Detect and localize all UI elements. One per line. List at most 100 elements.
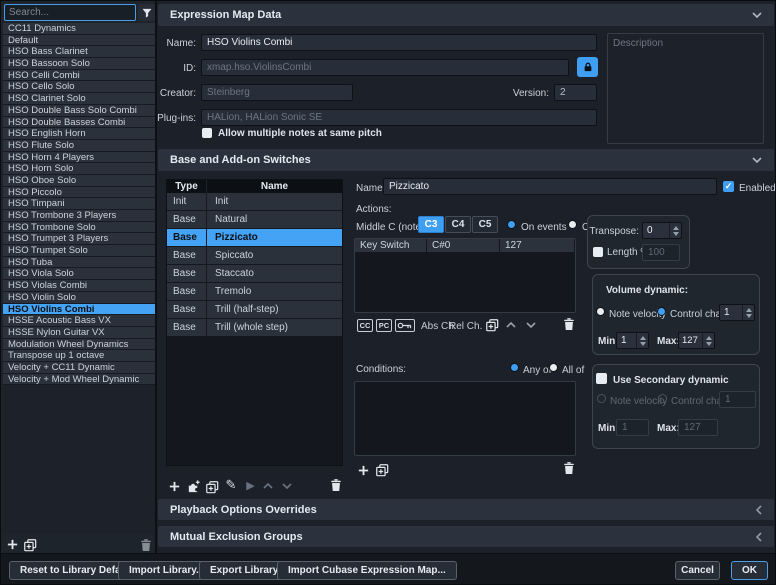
- move-action-down-button[interactable]: [525, 321, 537, 329]
- list-item[interactable]: Modulation Wheel Dynamics: [3, 339, 155, 351]
- list-item[interactable]: HSO Clarinet Solo: [3, 93, 155, 105]
- list-item[interactable]: HSO Oboe Solo: [3, 175, 155, 187]
- volume-cc-spinner[interactable]: 1: [719, 304, 755, 321]
- duplicate-switch-button[interactable]: [204, 479, 219, 494]
- list-item[interactable]: HSSE Nylon Guitar VX: [3, 327, 155, 339]
- list-item[interactable]: HSO Violin Solo: [3, 292, 155, 304]
- list-item[interactable]: HSO Tuba: [3, 257, 155, 269]
- description-field[interactable]: Description: [607, 33, 764, 144]
- list-item[interactable]: HSO Trumpet Solo: [3, 245, 155, 257]
- allow-multiple-notes-checkbox[interactable]: [202, 128, 212, 138]
- transpose-spinner[interactable]: 0: [642, 222, 682, 239]
- list-item[interactable]: HSO Horn Solo: [3, 163, 155, 175]
- list-item[interactable]: HSSE Acoustic Bass VX: [3, 315, 155, 327]
- import-cubase-expression-map-button[interactable]: Import Cubase Expression Map...: [277, 561, 457, 580]
- list-item[interactable]: HSO Bassoon Solo: [3, 58, 155, 70]
- duplicate-library-button[interactable]: [22, 537, 37, 552]
- delete-library-button[interactable]: [139, 537, 152, 552]
- length-checkbox[interactable]: [593, 247, 603, 257]
- duplicate-action-button[interactable]: [484, 317, 499, 332]
- search-input[interactable]: [4, 4, 136, 21]
- list-item[interactable]: CC11 Dynamics: [3, 23, 155, 35]
- volume-control-change-radio[interactable]: [657, 307, 666, 316]
- octave-button-c4[interactable]: C4: [445, 216, 471, 233]
- on-events-radio[interactable]: [507, 220, 516, 229]
- plugins-field[interactable]: HALion, HALion Sonic SE: [201, 109, 597, 126]
- switch-row[interactable]: BaseStaccato: [167, 265, 342, 282]
- list-item[interactable]: HSO Timpani: [3, 198, 155, 210]
- duplicate-condition-button[interactable]: [374, 462, 389, 477]
- add-cc-action-button[interactable]: CC: [357, 319, 373, 332]
- spinner-arrows[interactable]: [636, 333, 648, 348]
- section-header-expression-map-data[interactable]: Expression Map Data: [158, 4, 774, 26]
- spinner-arrows[interactable]: [742, 305, 754, 320]
- delete-switch-button[interactable]: [329, 477, 342, 493]
- action-row[interactable]: Key Switch C#0 127: [355, 239, 575, 252]
- list-item[interactable]: Velocity + CC11 Dynamic: [3, 362, 155, 374]
- move-switch-down-button[interactable]: [281, 482, 293, 490]
- enabled-checkbox[interactable]: ✓: [723, 181, 734, 192]
- any-of-radio[interactable]: [510, 363, 519, 372]
- switch-row[interactable]: BaseTrill (half-step): [167, 301, 342, 318]
- add-keyswitch-action-button[interactable]: [395, 319, 415, 332]
- section-header-mutual-exclusion[interactable]: Mutual Exclusion Groups: [158, 526, 774, 547]
- octave-button-c5[interactable]: C5: [472, 216, 498, 233]
- spinner-arrows[interactable]: [702, 333, 714, 348]
- list-item[interactable]: HSO Bass Clarinet: [3, 46, 155, 58]
- move-switch-up-button[interactable]: [262, 482, 274, 490]
- switch-row[interactable]: BaseTrill (whole step): [167, 319, 342, 336]
- map-id-field[interactable]: xmap.hso.ViolinsCombi: [201, 59, 569, 76]
- switch-row[interactable]: BaseSpiccato: [167, 247, 342, 264]
- switch-row[interactable]: BasePizzicato: [167, 229, 342, 246]
- list-item[interactable]: Velocity + Mod Wheel Dynamic: [3, 374, 155, 386]
- rel-channel-button[interactable]: Rel Ch.: [449, 320, 482, 332]
- list-item[interactable]: HSO Violas Combi: [3, 280, 155, 292]
- edit-switch-button[interactable]: ✎: [224, 477, 238, 493]
- switch-row[interactable]: BaseNatural: [167, 211, 342, 228]
- delete-condition-button[interactable]: [562, 460, 575, 476]
- section-header-playback-options[interactable]: Playback Options Overrides: [158, 499, 774, 520]
- delete-action-button[interactable]: [562, 316, 575, 332]
- cancel-button[interactable]: Cancel: [675, 561, 720, 580]
- volume-min-spinner[interactable]: 1: [616, 332, 649, 349]
- spinner-arrows[interactable]: [669, 223, 681, 238]
- list-item[interactable]: HSO Horn 4 Players: [3, 152, 155, 164]
- length-field[interactable]: 100: [642, 244, 680, 261]
- volume-note-velocity-radio[interactable]: [596, 307, 605, 316]
- filter-button[interactable]: [138, 4, 155, 21]
- list-item[interactable]: HSO Viola Solo: [3, 268, 155, 280]
- move-action-up-button[interactable]: [505, 321, 517, 329]
- list-item[interactable]: HSO Double Bass Solo Combi: [3, 105, 155, 117]
- add-addon-switch-button[interactable]: [185, 478, 201, 494]
- list-item[interactable]: HSO Double Basses Combi: [3, 117, 155, 129]
- creator-field[interactable]: Steinberg: [201, 84, 353, 101]
- list-item[interactable]: Transpose up 1 octave: [3, 350, 155, 362]
- list-item[interactable]: HSO Violins Combi: [3, 304, 155, 316]
- use-secondary-dynamic-checkbox[interactable]: [596, 373, 607, 384]
- list-item[interactable]: HSO Cello Solo: [3, 81, 155, 93]
- section-header-switches[interactable]: Base and Add-on Switches: [158, 149, 774, 171]
- list-item[interactable]: HSO Celli Combi: [3, 70, 155, 82]
- list-item[interactable]: HSO Trumpet 3 Players: [3, 233, 155, 245]
- column-header-type[interactable]: Type: [167, 180, 207, 193]
- off-events-radio[interactable]: [568, 220, 577, 229]
- list-item[interactable]: HSO Trombone 3 Players: [3, 210, 155, 222]
- version-field[interactable]: 2: [554, 84, 597, 101]
- add-library-button[interactable]: [5, 537, 19, 551]
- switch-row[interactable]: InitInit: [167, 193, 342, 210]
- add-switch-button[interactable]: [167, 479, 181, 493]
- add-condition-button[interactable]: [356, 463, 370, 477]
- octave-button-c3[interactable]: C3: [418, 216, 444, 233]
- lock-id-button[interactable]: [577, 57, 598, 77]
- list-item[interactable]: Default: [3, 35, 155, 47]
- list-item[interactable]: HSO Flute Solo: [3, 140, 155, 152]
- list-item[interactable]: HSO Trombone Solo: [3, 222, 155, 234]
- all-of-radio[interactable]: [549, 363, 558, 372]
- audition-switch-button[interactable]: ▶: [244, 478, 257, 492]
- list-item[interactable]: HSO English Horn: [3, 128, 155, 140]
- ok-button[interactable]: OK: [731, 561, 768, 580]
- switch-row[interactable]: BaseTremolo: [167, 283, 342, 300]
- switch-name-field[interactable]: Pizzicato: [383, 178, 717, 195]
- add-pc-action-button[interactable]: PC: [376, 319, 392, 332]
- list-item[interactable]: HSO Piccolo: [3, 187, 155, 199]
